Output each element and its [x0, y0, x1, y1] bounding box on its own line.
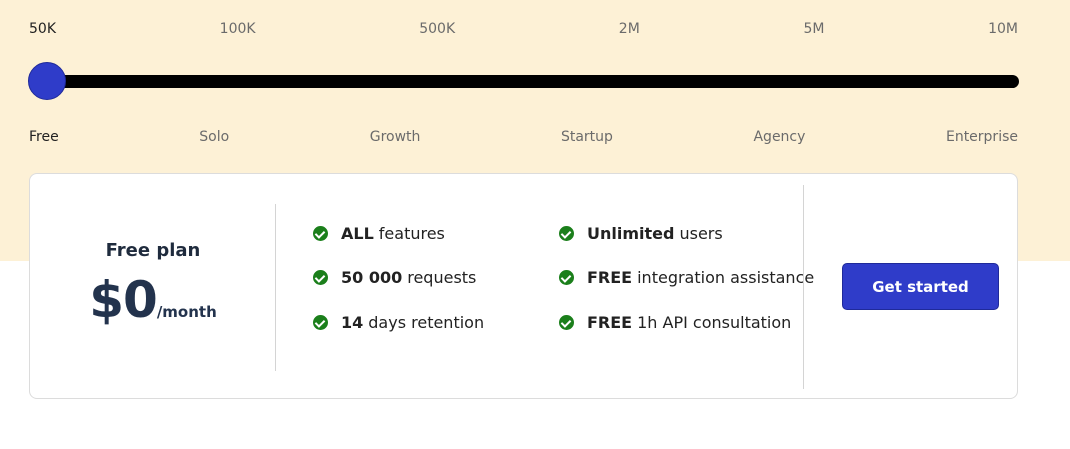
- feature-item: 50 000 requests: [313, 268, 476, 287]
- tier-growth[interactable]: Growth: [370, 129, 421, 145]
- feature-highlight: 50 000: [341, 268, 403, 287]
- slider-tier-labels: Free Solo Growth Startup Agency Enterpri…: [29, 129, 1018, 145]
- check-circle-icon: [313, 270, 328, 285]
- feature-highlight: 14: [341, 313, 364, 332]
- get-started-button[interactable]: Get started: [842, 263, 999, 310]
- tick-500k[interactable]: 500K: [419, 21, 455, 37]
- feature-text: 1h API consultation: [637, 313, 792, 332]
- plan-card: Free plan $0/month ALL features Unlimited…: [29, 173, 1018, 399]
- tier-agency[interactable]: Agency: [753, 129, 805, 145]
- requests-slider-thumb[interactable]: [28, 62, 66, 100]
- tier-enterprise[interactable]: Enterprise: [946, 129, 1018, 145]
- feature-item: 14 days retention: [313, 313, 484, 332]
- feature-item: Unlimited users: [559, 224, 723, 243]
- tick-50k[interactable]: 50K: [29, 21, 56, 37]
- price-period: /month: [156, 303, 217, 321]
- price-amount: $0: [89, 271, 158, 329]
- card-divider-left: [275, 204, 276, 371]
- feature-highlight: Unlimited: [587, 224, 675, 243]
- tick-5m[interactable]: 5M: [803, 21, 824, 37]
- feature-item: FREE integration assistance: [559, 268, 814, 287]
- plan-title: Free plan: [105, 240, 201, 261]
- check-circle-icon: [559, 270, 574, 285]
- tick-10m[interactable]: 10M: [988, 21, 1018, 37]
- check-circle-icon: [559, 315, 574, 330]
- feature-item: FREE 1h API consultation: [559, 313, 791, 332]
- requests-slider-track[interactable]: [34, 75, 1019, 88]
- tier-free[interactable]: Free: [29, 129, 59, 145]
- feature-highlight: FREE: [587, 268, 633, 287]
- tier-startup[interactable]: Startup: [561, 129, 613, 145]
- feature-item: ALL features: [313, 224, 445, 243]
- check-circle-icon: [313, 315, 328, 330]
- card-divider-right: [803, 185, 804, 389]
- tier-solo[interactable]: Solo: [199, 129, 229, 145]
- tick-2m[interactable]: 2M: [619, 21, 640, 37]
- feature-text: days retention: [368, 313, 485, 332]
- tick-100k[interactable]: 100K: [220, 21, 256, 37]
- feature-text: integration assistance: [637, 268, 815, 287]
- check-circle-icon: [313, 226, 328, 241]
- feature-text: users: [679, 224, 723, 243]
- check-circle-icon: [559, 226, 574, 241]
- feature-text: features: [378, 224, 445, 243]
- plan-price: $0/month: [30, 271, 276, 329]
- feature-text: requests: [407, 268, 477, 287]
- feature-highlight: ALL: [341, 224, 374, 243]
- slider-tick-labels: 50K 100K 500K 2M 5M 10M: [29, 21, 1018, 37]
- feature-highlight: FREE: [587, 313, 633, 332]
